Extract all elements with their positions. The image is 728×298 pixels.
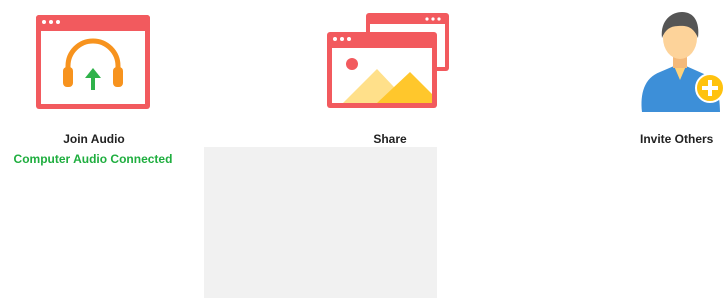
invite-others-label[interactable]: Invite Others [640, 132, 728, 146]
share-button[interactable] [325, 12, 451, 112]
invite-user-icon [641, 12, 725, 112]
invite-others-button[interactable] [634, 8, 728, 114]
join-audio-label[interactable]: Join Audio [34, 132, 154, 146]
headphones-icon [36, 15, 150, 109]
join-audio-button[interactable] [34, 12, 154, 112]
audio-status-text: Computer Audio Connected [13, 152, 173, 166]
share-label[interactable]: Share [325, 132, 455, 146]
share-screen-icon [327, 13, 449, 108]
video-placeholder-panel [204, 147, 437, 298]
